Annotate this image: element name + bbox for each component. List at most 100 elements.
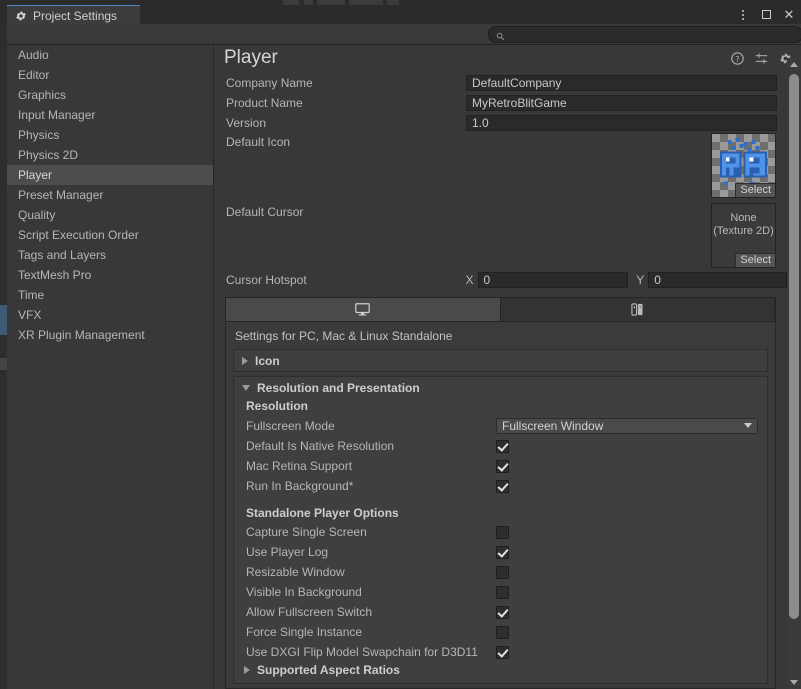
sliver-block (0, 358, 7, 370)
row-use-dxgi-flip-model: Use DXGI Flip Model Swapchain for D3D11 (234, 642, 767, 662)
allow-fullscreen-switch-label: Allow Fullscreen Switch (246, 605, 373, 619)
section-icon-header[interactable]: Icon (234, 350, 767, 371)
capture-single-screen-label: Capture Single Screen (246, 525, 367, 539)
help-icon[interactable]: ? (731, 52, 744, 65)
maximize-icon[interactable] (760, 9, 772, 21)
default-cursor-select-button[interactable]: Select (735, 253, 775, 267)
sidebar-item-graphics[interactable]: Graphics (7, 85, 213, 105)
mac-retina-support-checkbox[interactable] (496, 459, 509, 473)
row-allow-fullscreen-switch: Allow Fullscreen Switch (234, 602, 767, 622)
monitor-icon (355, 303, 371, 316)
use-player-log-checkbox[interactable] (496, 545, 509, 559)
sidebar-item-preset-manager[interactable]: Preset Manager (7, 185, 213, 205)
row-company-name: Company Name DefaultCompany (214, 73, 787, 93)
mac-retina-support-label: Mac Retina Support (246, 459, 353, 473)
scroll-up-button[interactable] (787, 58, 801, 71)
row-capture-single-screen: Capture Single Screen (234, 522, 767, 542)
svg-text:?: ? (735, 54, 739, 64)
window-controls: ✕ (737, 5, 795, 24)
row-cursor-hotspot: Cursor Hotspot X 0 Y 0 (214, 269, 787, 291)
default-is-native-resolution-checkbox[interactable] (496, 439, 509, 453)
section-resolution-header[interactable]: Resolution and Presentation (234, 377, 767, 398)
search-icon (496, 30, 505, 41)
supported-aspect-ratios-title: Supported Aspect Ratios (257, 663, 400, 677)
section-supported-aspect-ratios-header[interactable]: Supported Aspect Ratios (234, 662, 767, 678)
scrollbar-thumb[interactable] (789, 74, 799, 619)
sidebar-item-time[interactable]: Time (7, 285, 213, 305)
chevron-down-icon (744, 423, 752, 428)
product-name-label: Product Name (226, 96, 303, 110)
vertical-scrollbar[interactable] (787, 58, 801, 689)
close-icon[interactable]: ✕ (783, 8, 795, 21)
version-label: Version (226, 116, 267, 130)
sidebar-item-input-manager[interactable]: Input Manager (7, 105, 213, 125)
product-name-input[interactable]: MyRetroBlitGame (466, 95, 777, 111)
default-cursor-object-field[interactable]: None (Texture 2D) Select (711, 203, 776, 268)
tab-project-settings[interactable]: Project Settings (7, 5, 140, 25)
sidebar-item-editor[interactable]: Editor (7, 65, 213, 85)
window-tabbar: Project Settings ✕ (0, 5, 801, 25)
version-input[interactable]: 1.0 (466, 115, 777, 131)
use-player-log-label: Use Player Log (246, 545, 329, 559)
fullscreen-mode-value: Fullscreen Window (502, 418, 604, 433)
panel-header-icons: ? (731, 52, 792, 65)
section-resolution-title: Resolution and Presentation (257, 380, 420, 395)
search-row (7, 24, 801, 45)
sidebar-item-xr-plugin-management[interactable]: XR Plugin Management (7, 325, 213, 345)
tab-standalone-platform[interactable] (226, 298, 501, 321)
fullscreen-mode-label: Fullscreen Mode (246, 418, 335, 433)
platform-tabs (226, 298, 775, 322)
row-default-is-native-resolution: Default Is Native Resolution (234, 436, 767, 456)
force-single-instance-checkbox[interactable] (496, 625, 509, 639)
scroll-down-button[interactable] (787, 676, 801, 689)
sidebar-item-physics-2d[interactable]: Physics 2D (7, 145, 213, 165)
default-icon-object-field[interactable]: Select (711, 133, 776, 198)
console-icon (631, 303, 644, 316)
visible-in-background-checkbox[interactable] (496, 585, 509, 599)
player-settings-panel: Player ? Company Name DefaultCompany Pro… (214, 45, 801, 689)
default-icon-select-button[interactable]: Select (735, 183, 775, 197)
row-mac-retina-support: Mac Retina Support (234, 456, 767, 476)
settings-category-list: Audio Editor Graphics Input Manager Phys… (7, 45, 214, 689)
subheading-standalone-player-options: Standalone Player Options (246, 506, 399, 520)
force-single-instance-label: Force Single Instance (246, 625, 363, 639)
sidebar-item-player[interactable]: Player (7, 165, 213, 185)
kebab-menu-icon[interactable] (737, 9, 749, 21)
sidebar-item-audio[interactable]: Audio (7, 45, 213, 65)
default-cursor-value-line1: None (730, 212, 757, 224)
tab-console-platform[interactable] (501, 298, 775, 321)
hotspot-x-label: X (465, 273, 474, 287)
search-box[interactable] (488, 26, 801, 43)
tab-label: Project Settings (33, 8, 118, 23)
default-is-native-resolution-label: Default Is Native Resolution (246, 439, 395, 453)
resizable-window-checkbox[interactable] (496, 565, 509, 579)
company-name-input[interactable]: DefaultCompany (466, 75, 777, 91)
allow-fullscreen-switch-checkbox[interactable] (496, 605, 509, 619)
use-dxgi-flip-model-checkbox[interactable] (496, 645, 509, 659)
run-in-background-label: Run In Background* (246, 479, 354, 493)
sidebar-item-textmesh-pro[interactable]: TextMesh Pro (7, 265, 213, 285)
capture-single-screen-checkbox[interactable] (496, 525, 509, 539)
row-default-icon: Default Icon Select (214, 133, 787, 203)
default-cursor-label: Default Cursor (226, 205, 304, 219)
sidebar-item-quality[interactable]: Quality (7, 205, 213, 225)
chevron-right-icon (244, 666, 250, 674)
row-use-player-log: Use Player Log (234, 542, 767, 562)
hotspot-y-input[interactable]: 0 (648, 272, 787, 288)
gear-icon (15, 10, 27, 22)
sidebar-item-tags-and-layers[interactable]: Tags and Layers (7, 245, 213, 265)
default-icon-label: Default Icon (226, 135, 291, 149)
fullscreen-mode-dropdown[interactable]: Fullscreen Window (496, 417, 758, 434)
run-in-background-checkbox[interactable] (496, 479, 509, 493)
hotspot-x-input[interactable]: 0 (477, 272, 629, 288)
search-input[interactable] (510, 28, 780, 41)
preset-icon[interactable] (755, 52, 768, 65)
sidebar-item-vfx[interactable]: VFX (7, 305, 213, 325)
sidebar-item-script-execution-order[interactable]: Script Execution Order (7, 225, 213, 245)
row-default-cursor: Default Cursor None (Texture 2D) Select (214, 203, 787, 269)
use-dxgi-flip-model-label: Use DXGI Flip Model Swapchain for D3D11 (246, 645, 478, 659)
section-resolution-body: Resolution Fullscreen Mode Fullscreen Wi… (234, 398, 767, 683)
default-cursor-value-line2: (Texture 2D) (713, 225, 774, 237)
sidebar-item-physics[interactable]: Physics (7, 125, 213, 145)
subheading-resolution: Resolution (246, 399, 308, 413)
